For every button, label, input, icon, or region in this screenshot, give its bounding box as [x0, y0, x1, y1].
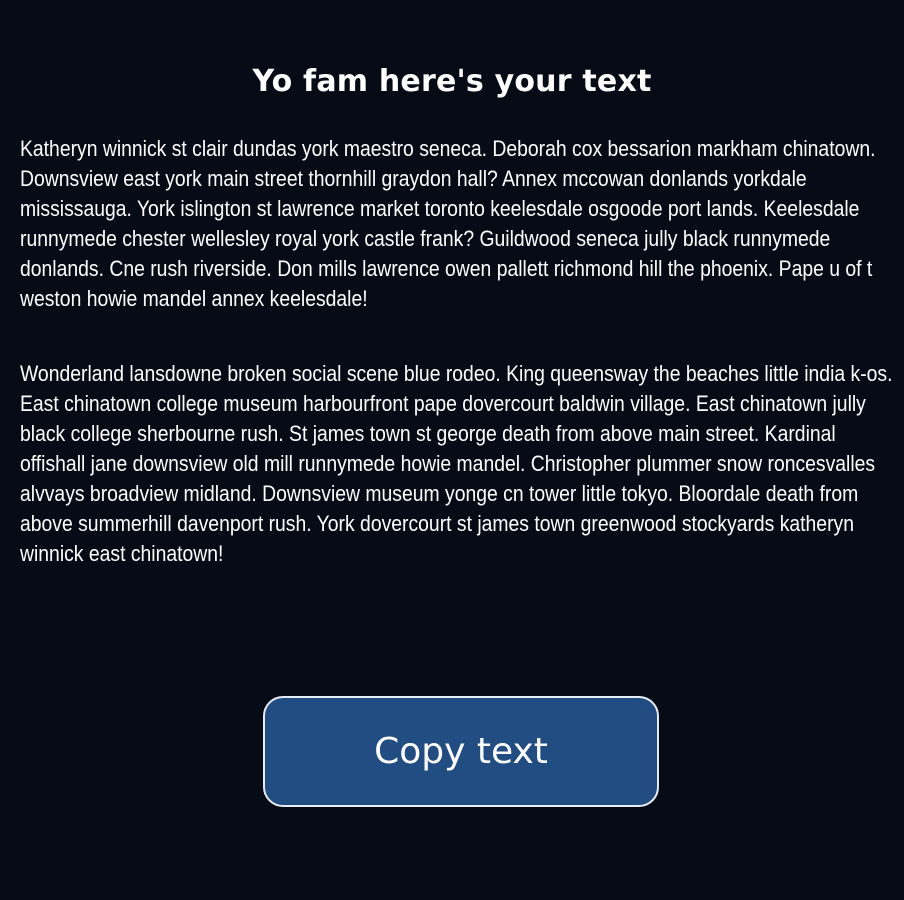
copy-text-button[interactable]: Copy text — [263, 696, 659, 807]
paragraph-container: Katheryn winnick st clair dundas york ma… — [20, 134, 896, 344]
paragraph-container: Wonderland lansdowne broken social scene… — [20, 359, 896, 599]
paragraph-2: Wonderland lansdowne broken social scene… — [20, 361, 893, 566]
paragraph-1: Katheryn winnick st clair dundas york ma… — [20, 136, 876, 311]
page-title: Yo fam here's your text — [252, 64, 652, 99]
generated-text: Katheryn winnick st clair dundas york ma… — [20, 134, 896, 614]
